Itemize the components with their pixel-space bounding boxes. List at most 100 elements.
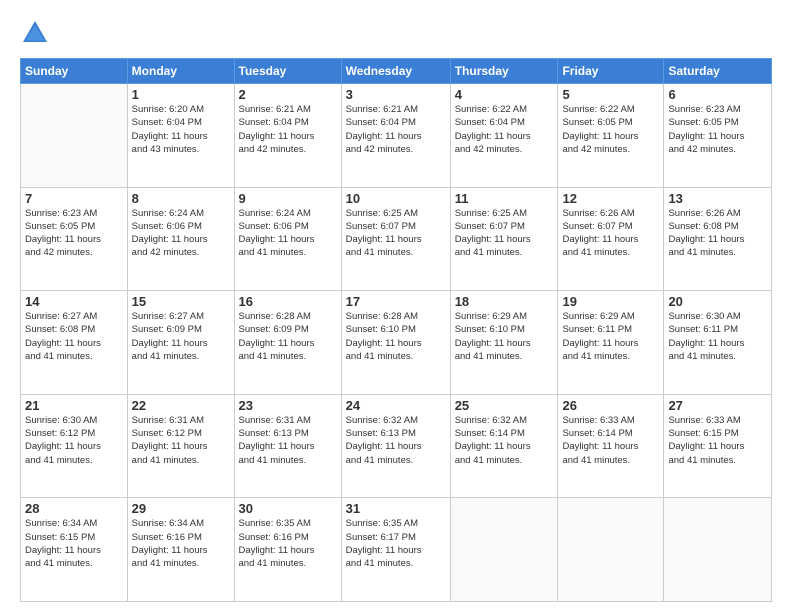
calendar-cell: 7Sunrise: 6:23 AM Sunset: 6:05 PM Daylig…	[21, 187, 128, 291]
day-number: 31	[346, 501, 446, 516]
day-info: Sunrise: 6:31 AM Sunset: 6:12 PM Dayligh…	[132, 414, 230, 467]
calendar-cell: 24Sunrise: 6:32 AM Sunset: 6:13 PM Dayli…	[341, 394, 450, 498]
calendar-cell: 2Sunrise: 6:21 AM Sunset: 6:04 PM Daylig…	[234, 84, 341, 188]
day-info: Sunrise: 6:27 AM Sunset: 6:09 PM Dayligh…	[132, 310, 230, 363]
day-info: Sunrise: 6:33 AM Sunset: 6:15 PM Dayligh…	[668, 414, 767, 467]
day-info: Sunrise: 6:28 AM Sunset: 6:09 PM Dayligh…	[239, 310, 337, 363]
logo-icon	[20, 18, 50, 48]
calendar-cell	[664, 498, 772, 602]
calendar-cell: 30Sunrise: 6:35 AM Sunset: 6:16 PM Dayli…	[234, 498, 341, 602]
day-info: Sunrise: 6:24 AM Sunset: 6:06 PM Dayligh…	[239, 207, 337, 260]
calendar-header: SundayMondayTuesdayWednesdayThursdayFrid…	[21, 59, 772, 84]
day-number: 1	[132, 87, 230, 102]
day-number: 2	[239, 87, 337, 102]
day-info: Sunrise: 6:26 AM Sunset: 6:08 PM Dayligh…	[668, 207, 767, 260]
day-info: Sunrise: 6:26 AM Sunset: 6:07 PM Dayligh…	[562, 207, 659, 260]
day-info: Sunrise: 6:21 AM Sunset: 6:04 PM Dayligh…	[239, 103, 337, 156]
calendar-cell	[450, 498, 558, 602]
day-info: Sunrise: 6:22 AM Sunset: 6:05 PM Dayligh…	[562, 103, 659, 156]
day-info: Sunrise: 6:33 AM Sunset: 6:14 PM Dayligh…	[562, 414, 659, 467]
calendar-table: SundayMondayTuesdayWednesdayThursdayFrid…	[20, 58, 772, 602]
weekday-header-monday: Monday	[127, 59, 234, 84]
calendar-cell: 6Sunrise: 6:23 AM Sunset: 6:05 PM Daylig…	[664, 84, 772, 188]
calendar-cell: 21Sunrise: 6:30 AM Sunset: 6:12 PM Dayli…	[21, 394, 128, 498]
day-number: 18	[455, 294, 554, 309]
week-row-1: 1Sunrise: 6:20 AM Sunset: 6:04 PM Daylig…	[21, 84, 772, 188]
day-info: Sunrise: 6:29 AM Sunset: 6:11 PM Dayligh…	[562, 310, 659, 363]
calendar-cell: 22Sunrise: 6:31 AM Sunset: 6:12 PM Dayli…	[127, 394, 234, 498]
weekday-header-sunday: Sunday	[21, 59, 128, 84]
week-row-4: 21Sunrise: 6:30 AM Sunset: 6:12 PM Dayli…	[21, 394, 772, 498]
weekday-header-tuesday: Tuesday	[234, 59, 341, 84]
day-info: Sunrise: 6:28 AM Sunset: 6:10 PM Dayligh…	[346, 310, 446, 363]
calendar-cell: 29Sunrise: 6:34 AM Sunset: 6:16 PM Dayli…	[127, 498, 234, 602]
calendar-cell: 27Sunrise: 6:33 AM Sunset: 6:15 PM Dayli…	[664, 394, 772, 498]
day-info: Sunrise: 6:27 AM Sunset: 6:08 PM Dayligh…	[25, 310, 123, 363]
weekday-header-wednesday: Wednesday	[341, 59, 450, 84]
calendar-cell: 26Sunrise: 6:33 AM Sunset: 6:14 PM Dayli…	[558, 394, 664, 498]
day-number: 3	[346, 87, 446, 102]
day-number: 16	[239, 294, 337, 309]
day-number: 11	[455, 191, 554, 206]
day-info: Sunrise: 6:32 AM Sunset: 6:13 PM Dayligh…	[346, 414, 446, 467]
calendar-cell: 1Sunrise: 6:20 AM Sunset: 6:04 PM Daylig…	[127, 84, 234, 188]
day-number: 19	[562, 294, 659, 309]
calendar-cell: 17Sunrise: 6:28 AM Sunset: 6:10 PM Dayli…	[341, 291, 450, 395]
day-number: 5	[562, 87, 659, 102]
calendar-cell	[21, 84, 128, 188]
day-info: Sunrise: 6:22 AM Sunset: 6:04 PM Dayligh…	[455, 103, 554, 156]
day-number: 17	[346, 294, 446, 309]
day-number: 8	[132, 191, 230, 206]
day-number: 23	[239, 398, 337, 413]
week-row-2: 7Sunrise: 6:23 AM Sunset: 6:05 PM Daylig…	[21, 187, 772, 291]
day-number: 15	[132, 294, 230, 309]
calendar-cell: 23Sunrise: 6:31 AM Sunset: 6:13 PM Dayli…	[234, 394, 341, 498]
header-row: SundayMondayTuesdayWednesdayThursdayFrid…	[21, 59, 772, 84]
day-number: 6	[668, 87, 767, 102]
calendar-cell: 8Sunrise: 6:24 AM Sunset: 6:06 PM Daylig…	[127, 187, 234, 291]
day-number: 9	[239, 191, 337, 206]
day-info: Sunrise: 6:34 AM Sunset: 6:16 PM Dayligh…	[132, 517, 230, 570]
day-number: 7	[25, 191, 123, 206]
calendar-cell: 31Sunrise: 6:35 AM Sunset: 6:17 PM Dayli…	[341, 498, 450, 602]
day-number: 30	[239, 501, 337, 516]
calendar-cell: 9Sunrise: 6:24 AM Sunset: 6:06 PM Daylig…	[234, 187, 341, 291]
weekday-header-thursday: Thursday	[450, 59, 558, 84]
calendar-body: 1Sunrise: 6:20 AM Sunset: 6:04 PM Daylig…	[21, 84, 772, 602]
calendar-cell: 19Sunrise: 6:29 AM Sunset: 6:11 PM Dayli…	[558, 291, 664, 395]
day-info: Sunrise: 6:32 AM Sunset: 6:14 PM Dayligh…	[455, 414, 554, 467]
day-number: 28	[25, 501, 123, 516]
day-info: Sunrise: 6:35 AM Sunset: 6:16 PM Dayligh…	[239, 517, 337, 570]
day-info: Sunrise: 6:20 AM Sunset: 6:04 PM Dayligh…	[132, 103, 230, 156]
calendar-cell	[558, 498, 664, 602]
calendar-cell: 20Sunrise: 6:30 AM Sunset: 6:11 PM Dayli…	[664, 291, 772, 395]
day-number: 27	[668, 398, 767, 413]
day-number: 29	[132, 501, 230, 516]
day-number: 24	[346, 398, 446, 413]
calendar-cell: 4Sunrise: 6:22 AM Sunset: 6:04 PM Daylig…	[450, 84, 558, 188]
day-info: Sunrise: 6:23 AM Sunset: 6:05 PM Dayligh…	[668, 103, 767, 156]
calendar-cell: 13Sunrise: 6:26 AM Sunset: 6:08 PM Dayli…	[664, 187, 772, 291]
calendar-cell: 11Sunrise: 6:25 AM Sunset: 6:07 PM Dayli…	[450, 187, 558, 291]
calendar-cell: 15Sunrise: 6:27 AM Sunset: 6:09 PM Dayli…	[127, 291, 234, 395]
calendar-cell: 3Sunrise: 6:21 AM Sunset: 6:04 PM Daylig…	[341, 84, 450, 188]
day-info: Sunrise: 6:25 AM Sunset: 6:07 PM Dayligh…	[455, 207, 554, 260]
day-number: 14	[25, 294, 123, 309]
day-info: Sunrise: 6:24 AM Sunset: 6:06 PM Dayligh…	[132, 207, 230, 260]
day-number: 12	[562, 191, 659, 206]
week-row-3: 14Sunrise: 6:27 AM Sunset: 6:08 PM Dayli…	[21, 291, 772, 395]
day-info: Sunrise: 6:30 AM Sunset: 6:12 PM Dayligh…	[25, 414, 123, 467]
weekday-header-friday: Friday	[558, 59, 664, 84]
day-number: 26	[562, 398, 659, 413]
day-info: Sunrise: 6:35 AM Sunset: 6:17 PM Dayligh…	[346, 517, 446, 570]
calendar-cell: 25Sunrise: 6:32 AM Sunset: 6:14 PM Dayli…	[450, 394, 558, 498]
day-info: Sunrise: 6:31 AM Sunset: 6:13 PM Dayligh…	[239, 414, 337, 467]
calendar-cell: 12Sunrise: 6:26 AM Sunset: 6:07 PM Dayli…	[558, 187, 664, 291]
calendar-cell: 28Sunrise: 6:34 AM Sunset: 6:15 PM Dayli…	[21, 498, 128, 602]
day-info: Sunrise: 6:34 AM Sunset: 6:15 PM Dayligh…	[25, 517, 123, 570]
day-info: Sunrise: 6:25 AM Sunset: 6:07 PM Dayligh…	[346, 207, 446, 260]
calendar-cell: 5Sunrise: 6:22 AM Sunset: 6:05 PM Daylig…	[558, 84, 664, 188]
day-info: Sunrise: 6:29 AM Sunset: 6:10 PM Dayligh…	[455, 310, 554, 363]
day-number: 25	[455, 398, 554, 413]
day-info: Sunrise: 6:30 AM Sunset: 6:11 PM Dayligh…	[668, 310, 767, 363]
